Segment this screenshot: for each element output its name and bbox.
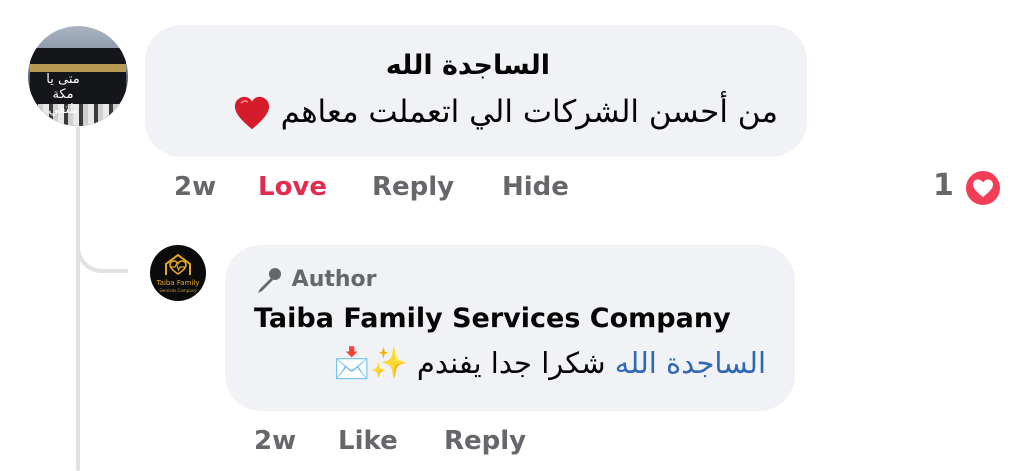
author-badge: Author	[254, 266, 377, 294]
comment-timestamp[interactable]: 2w	[174, 172, 216, 202]
avatar-kaaba-band	[30, 64, 126, 72]
comment-bubble	[145, 25, 807, 157]
love-reaction-button[interactable]: Love	[258, 172, 327, 202]
mention-link[interactable]: الساجدة الله	[615, 346, 766, 380]
logo-subtitle-text: Services Company	[159, 288, 197, 293]
author-badge-label: Author	[291, 267, 377, 292]
reply-author-avatar[interactable]: Taiba Family Services Company	[150, 245, 206, 301]
hide-button[interactable]: Hide	[502, 172, 569, 202]
comment-author-name[interactable]: الساجدة الله	[386, 50, 550, 81]
like-button[interactable]: Like	[338, 426, 398, 456]
reply-button[interactable]: Reply	[372, 172, 454, 202]
reply-timestamp[interactable]: 2w	[254, 426, 296, 456]
comment-author-avatar[interactable]: متى يا مكة نلتقي	[28, 26, 128, 126]
love-reaction-icon[interactable]	[963, 168, 1003, 208]
envelope-emoji-icon: 📩	[332, 346, 371, 381]
microphone-icon	[258, 268, 281, 293]
reply-author-name[interactable]: Taiba Family Services Company	[254, 303, 731, 334]
thread-connector	[76, 215, 128, 273]
avatar-caption: متى يا مكة نلتقي	[46, 72, 80, 117]
logo-name-text: Taiba Family	[156, 279, 200, 287]
thread-line	[76, 126, 80, 471]
red-heart-emoji-icon	[234, 96, 269, 129]
sparkles-emoji-icon: ✨	[370, 346, 408, 381]
comment-text: من أحسن الشركات الي اتعملت معاهم	[233, 94, 778, 133]
reply-body: شكرا جدا يفندم	[416, 346, 606, 380]
comment-body: من أحسن الشركات الي اتعملت معاهم	[280, 94, 778, 130]
reply-reply-button[interactable]: Reply	[444, 426, 526, 456]
reaction-count[interactable]: 1	[933, 168, 954, 203]
reply-text: الساجدة الله شكرا جدا يفندم ✨📩	[254, 346, 766, 381]
